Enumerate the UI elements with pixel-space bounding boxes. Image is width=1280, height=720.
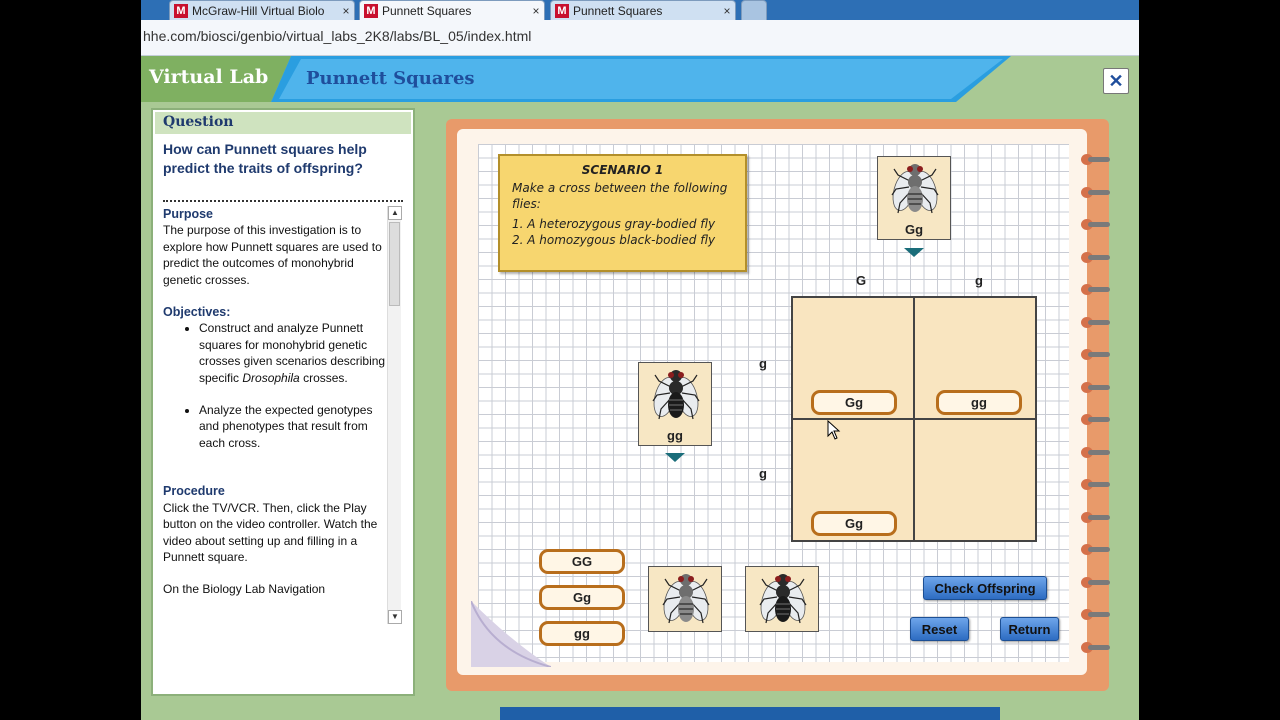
binding-ring <box>1081 218 1111 230</box>
purpose-heading: Purpose <box>163 207 214 221</box>
reset-button[interactable]: Reset <box>910 617 969 641</box>
binding-ring <box>1081 283 1111 295</box>
punnett-cell-bottom-left[interactable]: Gg <box>811 511 897 536</box>
lab-header: Virtual Lab Punnett Squares ✕ <box>141 56 1139 102</box>
close-tab-icon[interactable]: × <box>338 4 354 18</box>
scrollbar[interactable]: ▲ ▼ <box>387 206 402 624</box>
binding-ring <box>1081 413 1111 425</box>
mouse-cursor-icon <box>827 420 841 440</box>
drop-arrow-icon <box>904 248 924 257</box>
scenario-card: SCENARIO 1 Make a cross between the foll… <box>498 154 747 272</box>
binding-ring <box>1081 641 1111 653</box>
scenario-fly-2: 2. A homozygous black-bodied fly <box>512 233 716 247</box>
punnett-square <box>791 296 1037 542</box>
return-button[interactable]: Return <box>1000 617 1059 641</box>
binding-ring <box>1081 576 1111 588</box>
mcgraw-hill-favicon-icon: M <box>174 3 188 18</box>
check-offspring-button[interactable]: Check Offspring <box>923 576 1047 600</box>
gray-fruit-fly-icon <box>662 574 710 624</box>
tab-mcgraw-hill[interactable]: M McGraw-Hill Virtual Biolo × <box>169 0 355 20</box>
objective-item: Analyze the expected genotypes and pheno… <box>199 402 387 451</box>
close-tab-icon[interactable]: × <box>719 4 735 18</box>
virtual-lab: Virtual Lab Punnett Squares ✕ Question H… <box>141 56 1139 720</box>
parent-genotype: Gg <box>904 222 924 237</box>
taskbar <box>500 707 1000 720</box>
question-text: How can Punnett squares help predict the… <box>163 141 367 176</box>
punnett-cell-top-right[interactable]: gg <box>936 390 1022 415</box>
scenario-instruction: Make a cross between the following flies… <box>512 181 728 211</box>
scenario-fly-1: 1. A heterozygous gray-bodied fly <box>512 217 716 231</box>
gray-fly-phenotype-card[interactable] <box>648 566 722 632</box>
page-title: Punnett Squares <box>306 68 475 89</box>
url-text[interactable]: hhe.com/biosci/genbio/virtual_labs_2K8/l… <box>143 28 531 44</box>
binding-ring <box>1081 153 1111 165</box>
binding-ring <box>1081 446 1111 458</box>
binding-ring <box>1081 251 1111 263</box>
parent-fly-left-card[interactable]: gg <box>638 362 712 446</box>
tab-title: Punnett Squares <box>382 3 472 18</box>
scenario-title: SCENARIO 1 <box>581 163 664 177</box>
question-label: Question <box>155 112 411 134</box>
divider <box>163 200 403 202</box>
tab-strip: M McGraw-Hill Virtual Biolo × M Punnett … <box>141 0 1139 20</box>
binding-ring <box>1081 186 1111 198</box>
procedure-text: Click the TV/VCR. Then, click the Play b… <box>163 500 378 564</box>
parent-genotype: gg <box>667 428 683 443</box>
allele-label-left-bottom: g <box>759 466 767 481</box>
binding-ring <box>1081 381 1111 393</box>
tab-punnett-squares[interactable]: M Punnett Squares × <box>550 0 736 20</box>
allele-label-top-right: g <box>975 273 983 288</box>
virtual-lab-brand: Virtual Lab <box>149 66 269 88</box>
genotype-chip-GG[interactable]: GG <box>539 549 625 574</box>
tab-title: Punnett Squares <box>573 3 663 18</box>
question-panel: Question How can Punnett squares help pr… <box>151 108 415 696</box>
screen: M McGraw-Hill Virtual Biolo × M Punnett … <box>0 0 1280 720</box>
binding-ring <box>1081 511 1111 523</box>
close-lab-button[interactable]: ✕ <box>1103 68 1129 94</box>
allele-label-top-left: G <box>856 273 867 288</box>
procedure-text-continued: On the Biology Lab Navigation <box>163 582 326 597</box>
genotype-chip-gg[interactable]: gg <box>539 621 625 646</box>
objectives-heading: Objectives: <box>163 305 231 320</box>
allele-label-left-top: g <box>759 356 767 371</box>
tab-title: McGraw-Hill Virtual Biolo <box>192 3 325 18</box>
scroll-up-arrow-icon[interactable]: ▲ <box>388 206 402 220</box>
browser-window: M McGraw-Hill Virtual Biolo × M Punnett … <box>141 0 1139 720</box>
header-band <box>141 56 1011 102</box>
instructions-scroll-area[interactable]: Purpose The purpose of this investigatio… <box>163 206 387 626</box>
binding-ring <box>1081 543 1111 555</box>
binding-ring <box>1081 608 1111 620</box>
objectives-list: Construct and analyze Punnett squares fo… <box>199 320 387 451</box>
scroll-down-arrow-icon[interactable]: ▼ <box>388 610 402 624</box>
binding-ring <box>1081 348 1111 360</box>
parent-fly-top-card[interactable]: Gg <box>877 156 951 240</box>
black-fly-phenotype-card[interactable] <box>745 566 819 632</box>
drop-arrow-icon <box>665 453 685 462</box>
scroll-thumb[interactable] <box>389 222 400 306</box>
mcgraw-hill-favicon-icon: M <box>364 3 378 18</box>
close-tab-icon[interactable]: × <box>528 4 544 18</box>
new-tab-button[interactable] <box>741 0 767 20</box>
genotype-chip-Gg[interactable]: Gg <box>539 585 625 610</box>
binding-ring <box>1081 316 1111 328</box>
tab-punnett-squares-active[interactable]: M Punnett Squares × <box>359 0 545 20</box>
procedure-heading: Procedure <box>163 484 225 499</box>
objective-item: Construct and analyze Punnett squares fo… <box>199 320 387 386</box>
fruit-fly-icon <box>652 370 700 420</box>
fruit-fly-icon <box>891 164 939 214</box>
black-fruit-fly-icon <box>759 574 807 624</box>
purpose-text: The purpose of this investigation is to … <box>163 223 382 287</box>
mcgraw-hill-favicon-icon: M <box>555 3 569 18</box>
punnett-cell-top-left[interactable]: Gg <box>811 390 897 415</box>
binding-ring <box>1081 478 1111 490</box>
